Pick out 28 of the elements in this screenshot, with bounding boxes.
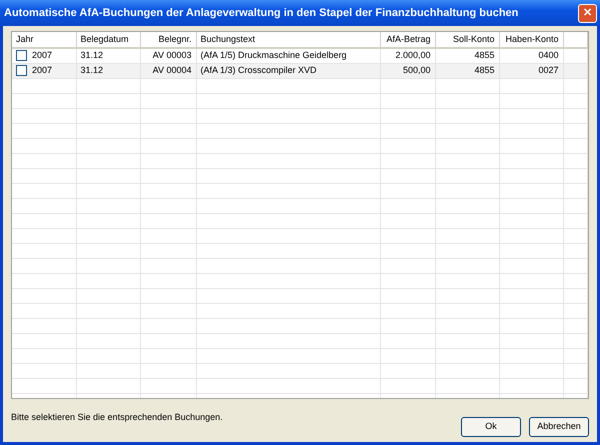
table-cell: 0027	[538, 64, 558, 75]
table-cell: 31.12	[80, 64, 104, 75]
table-cell: 2007	[32, 50, 52, 60]
checkbox[interactable]	[16, 64, 27, 76]
table-cell: (AfA 1/5) Druckmaschine Geidelberg	[200, 50, 347, 60]
table-cell: 500,00	[402, 64, 430, 75]
column-header[interactable]: Soll-Konto	[452, 34, 494, 44]
table-cell: AV 00004	[152, 64, 192, 75]
column-header[interactable]: AfA-Betrag	[386, 34, 430, 44]
column-header[interactable]: Belegnr.	[158, 34, 192, 44]
table-cell: 4855	[474, 64, 494, 75]
column-header[interactable]: Belegdatum	[80, 34, 129, 44]
column-header[interactable]: Jahr	[16, 34, 34, 44]
hint-text: Bitte selektieren Sie die entsprechenden Buchungen.	[11, 411, 223, 424]
checkbox[interactable]	[16, 50, 27, 62]
window-title: Automatische AfA-Buchungen der Anlageverwaltung in den Stapel der Finanzbuchhaltung buchen	[4, 6, 518, 21]
table-cell: AV 00003	[152, 50, 192, 60]
table-cell: 31.12	[80, 50, 104, 60]
table-cell: 2007	[32, 64, 52, 75]
table-cell: 4855	[474, 50, 494, 60]
close-button[interactable]: ✕	[578, 4, 597, 22]
dialog-button[interactable]: Abbrechen	[529, 417, 589, 437]
dialog-button[interactable]: Ok	[461, 417, 521, 437]
column-header[interactable]: Buchungstext	[200, 34, 256, 44]
table-cell: 0400	[538, 50, 558, 60]
column-header[interactable]: Haben-Konto	[505, 34, 558, 44]
table-cell: 2.000,00	[395, 50, 430, 60]
table-cell: (AfA 1/3) Crosscompiler XVD	[200, 64, 317, 75]
